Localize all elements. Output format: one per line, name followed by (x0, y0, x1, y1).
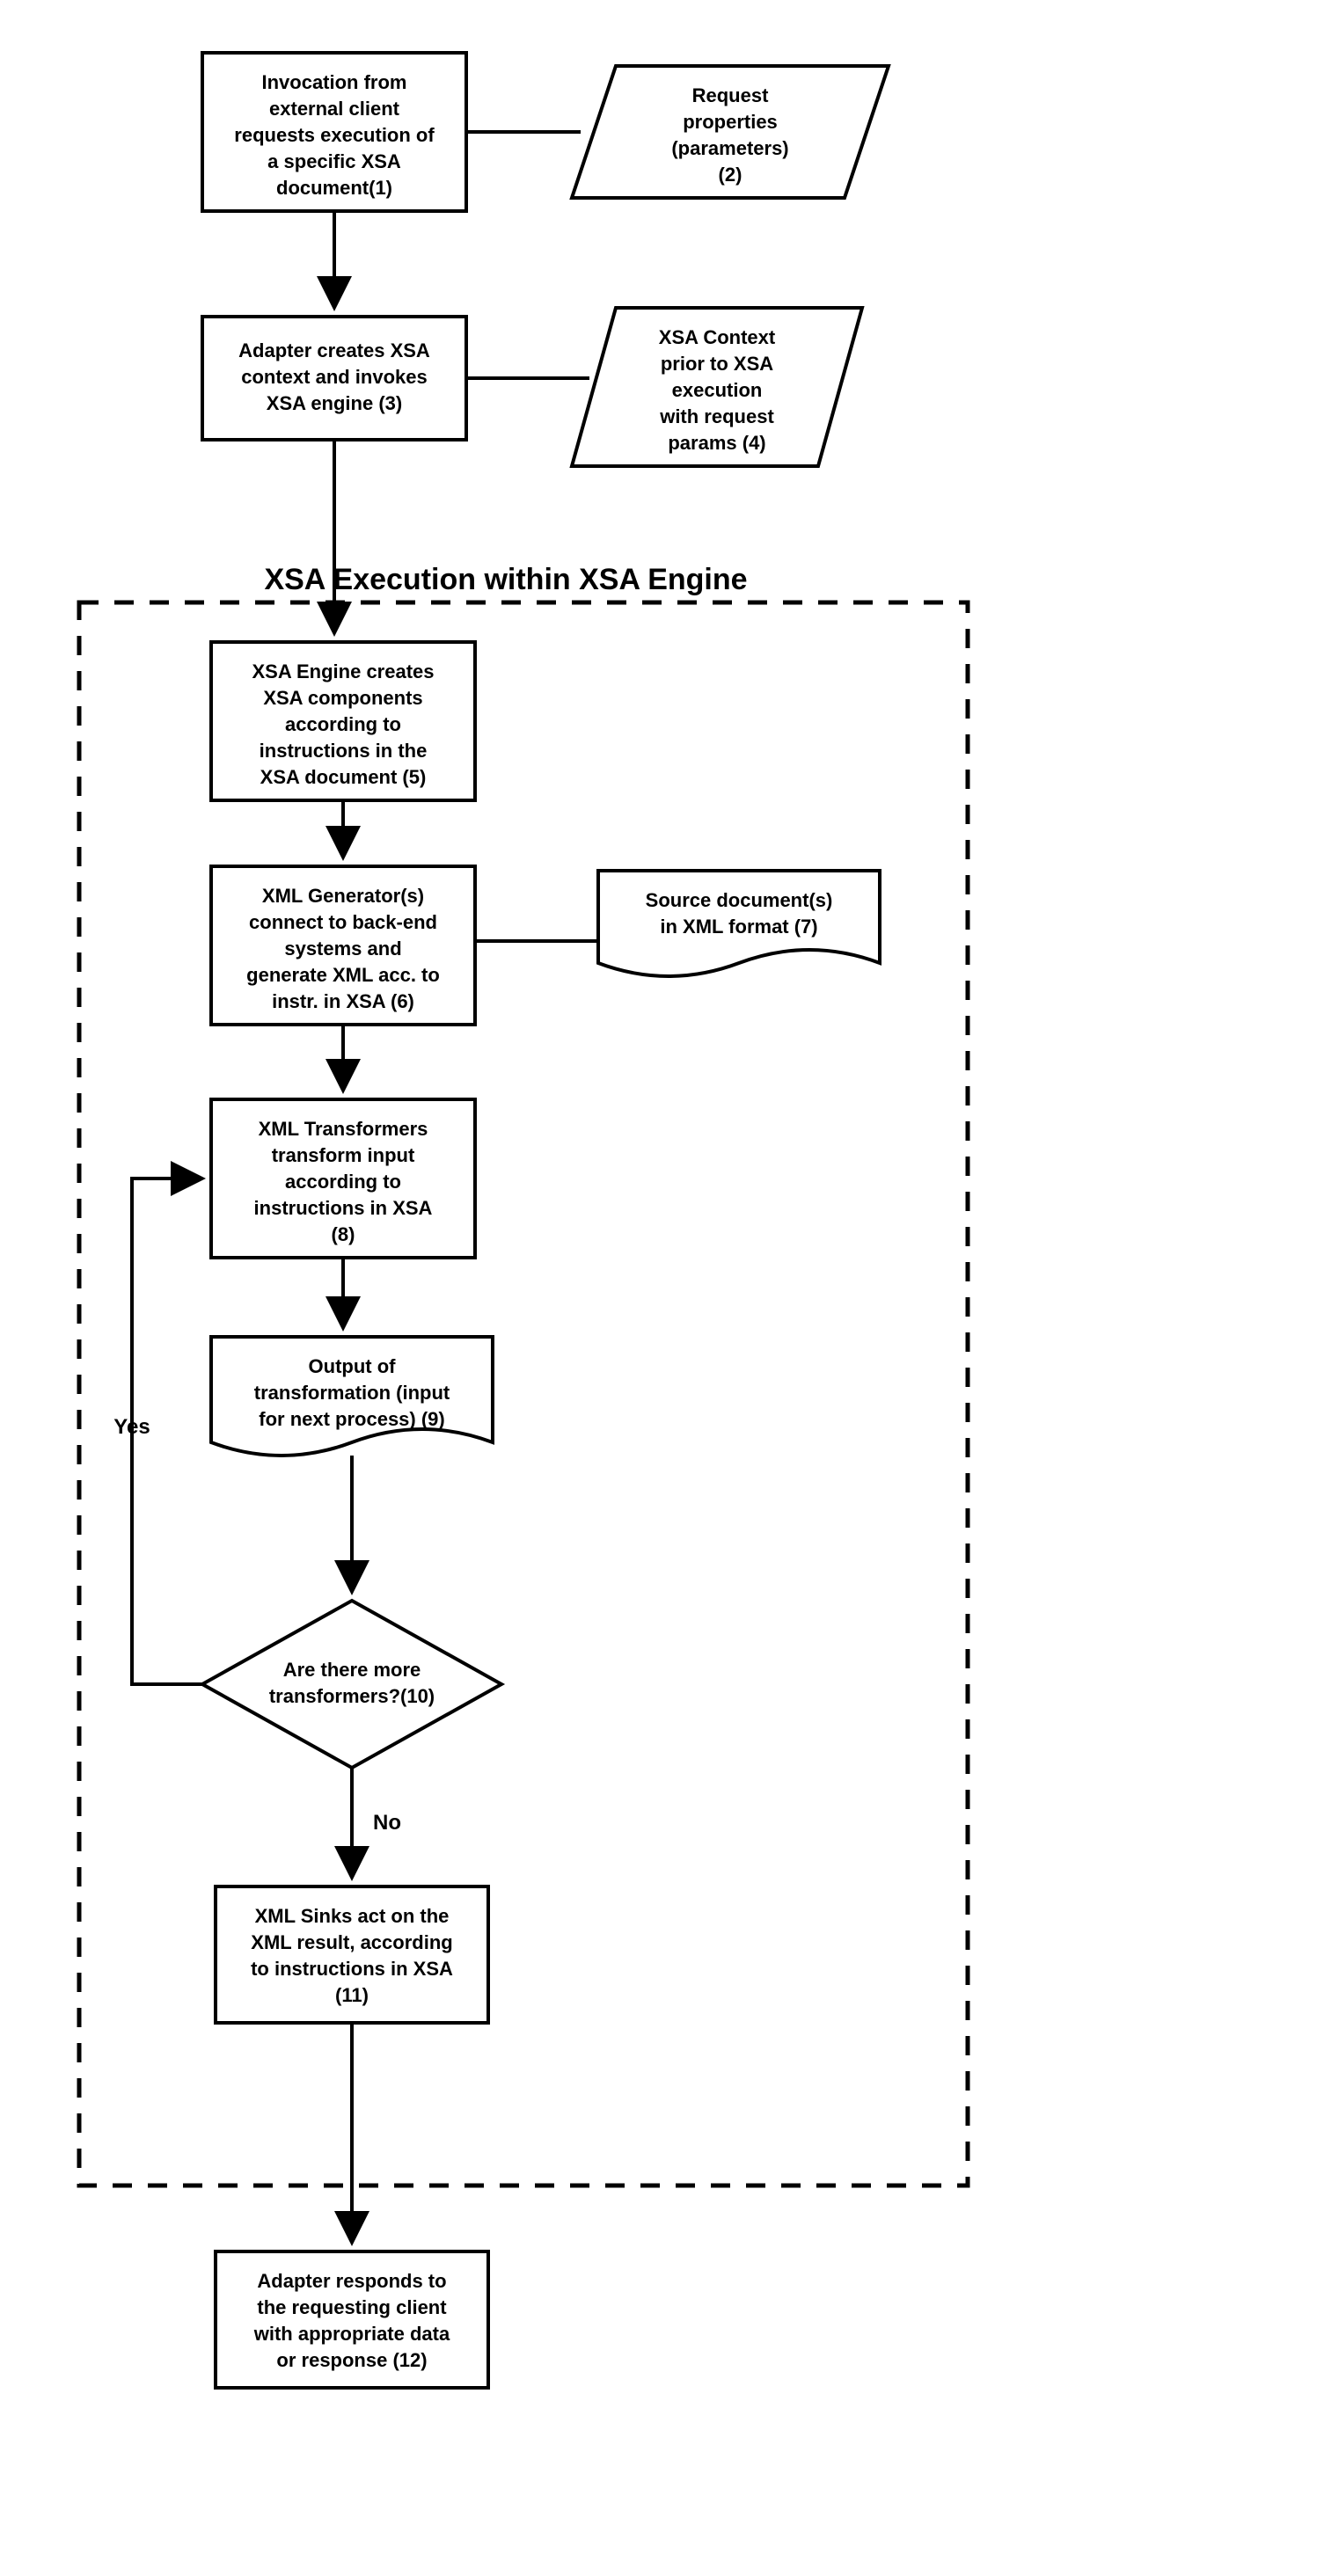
b2-l2: properties (683, 111, 778, 133)
b1-l3: requests execution of (234, 124, 435, 146)
b6-l3: systems and (284, 938, 401, 960)
b8-l4: instructions in XSA (254, 1197, 433, 1219)
b10-l2: transformers?(10) (269, 1685, 435, 1707)
b4-l4: with request (659, 405, 774, 427)
b12-l2: the requesting client (257, 2296, 447, 2318)
b4-l3: execution (672, 379, 763, 401)
b3-l2: context and invokes (241, 366, 428, 388)
b11-l4: (11) (335, 1984, 369, 2006)
b5-l3: according to (285, 713, 401, 735)
b2-l1: Request (692, 84, 769, 106)
b8-l1: XML Transformers (259, 1118, 428, 1140)
b11-l3: to instructions in XSA (251, 1958, 453, 1980)
b1-l4: a specific XSA (267, 150, 401, 172)
b8-l5: (8) (332, 1223, 355, 1245)
b8-l3: according to (285, 1171, 401, 1193)
b11-l2: XML result, according (251, 1931, 452, 1953)
b11-l1: XML Sinks act on the (255, 1905, 450, 1927)
b4-l5: params (4) (668, 432, 765, 454)
b12-l4: or response (12) (276, 2349, 427, 2371)
b9-l2: transformation (input (254, 1382, 450, 1404)
b4-l1: XSA Context (659, 326, 776, 348)
b9-l1: Output of (309, 1355, 397, 1377)
b3-l1: Adapter creates XSA (238, 339, 430, 361)
b4-l2: prior to XSA (661, 353, 773, 375)
b2-l3: (parameters) (671, 137, 788, 159)
b7-l1: Source document(s) (646, 889, 833, 911)
b3-l3: XSA engine (3) (267, 392, 402, 414)
b7-l2: in XML format (7) (660, 916, 817, 938)
b5-l2: XSA components (263, 687, 422, 709)
b5-l5: XSA document (5) (260, 766, 427, 788)
b6-l1: XML Generator(s) (262, 885, 424, 907)
b1-l2: external client (269, 98, 400, 120)
b12-l3: with appropriate data (253, 2323, 450, 2345)
b6-l5: instr. in XSA (6) (272, 990, 414, 1012)
b5-l4: instructions in the (260, 740, 428, 762)
b6-l2: connect to back-end (249, 911, 437, 933)
b1-l5: document(1) (276, 177, 392, 199)
b2-l4: (2) (719, 164, 742, 186)
b8-l2: transform input (272, 1144, 415, 1166)
b10-l1: Are there more (283, 1659, 421, 1681)
b1-l1: Invocation from (261, 71, 406, 93)
no-label: No (373, 1811, 401, 1835)
b5-l1: XSA Engine creates (252, 660, 434, 682)
engine-title: XSA Execution within XSA Engine (264, 563, 747, 596)
b6-l4: generate XML acc. to (246, 964, 440, 986)
b9-l3: for next process) (9) (259, 1408, 445, 1430)
yes-label: Yes (113, 1415, 150, 1439)
flowchart: Invocation from external client requests… (18, 18, 1324, 2558)
b12-l1: Adapter responds to (257, 2270, 446, 2292)
